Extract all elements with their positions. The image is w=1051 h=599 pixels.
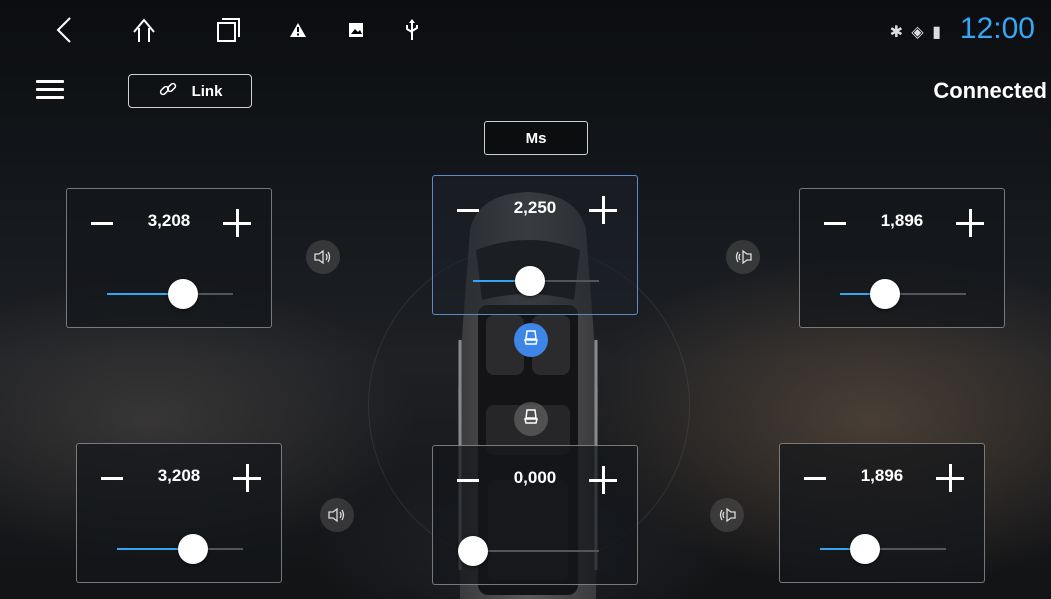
link-icon: [158, 79, 178, 103]
level-slider[interactable]: [473, 266, 599, 296]
increase-button[interactable]: [930, 458, 970, 498]
level-slider[interactable]: [117, 534, 243, 564]
increase-button[interactable]: [950, 203, 990, 243]
slider-knob[interactable]: [167, 279, 198, 309]
seat-icon: [521, 407, 541, 432]
battery-icon: ▮: [932, 24, 943, 41]
rear-seat-button[interactable]: [514, 402, 548, 436]
link-button[interactable]: Link: [128, 74, 252, 108]
channel-panel-rear-right: 1,896: [779, 443, 985, 583]
slider-knob[interactable]: [850, 534, 881, 564]
speaker-rear-left-icon: [320, 498, 354, 532]
speaker-rear-right-icon: [710, 498, 744, 532]
menu-button[interactable]: [36, 76, 64, 104]
level-slider[interactable]: [458, 536, 599, 566]
slider-knob[interactable]: [870, 279, 901, 309]
slider-knob[interactable]: [177, 534, 208, 564]
bluetooth-icon: ✱: [889, 24, 905, 41]
link-label: Link: [191, 82, 223, 100]
speaker-left-icon: [306, 240, 340, 274]
system-indicators: ✱ ◈ ▮: [890, 22, 943, 42]
mode-button[interactable]: Ms: [484, 121, 588, 155]
channel-panel-center-bottom: 0,000: [432, 445, 638, 585]
recents-icon[interactable]: [208, 0, 248, 60]
menu-icon-bar: [36, 88, 64, 91]
status-bar: ✱ ◈ ▮ 12:00: [0, 0, 1051, 60]
warning-icon: [284, 0, 312, 60]
increase-button[interactable]: [227, 458, 267, 498]
clock: 12:00: [959, 12, 1035, 45]
back-icon[interactable]: [44, 0, 84, 60]
level-slider[interactable]: [107, 279, 233, 309]
increase-button[interactable]: [583, 190, 623, 230]
image-icon: [342, 0, 370, 60]
channel-panel-rear-left: 3,208: [76, 443, 282, 583]
screen: ✱ ◈ ▮ 12:00 Link Connected Ms 3,208 2,25…: [0, 0, 1051, 599]
speaker-right-icon: [726, 240, 760, 274]
home-icon[interactable]: [124, 0, 164, 60]
usb-icon: [398, 0, 426, 60]
increase-button[interactable]: [217, 203, 257, 243]
seat-icon: [521, 328, 541, 353]
level-slider[interactable]: [820, 534, 946, 564]
slider-knob[interactable]: [514, 266, 545, 296]
connection-status: Connected: [933, 78, 1047, 103]
level-slider[interactable]: [840, 279, 966, 309]
slider-knob[interactable]: [458, 536, 488, 566]
driver-seat-button[interactable]: [514, 323, 548, 357]
channel-panel-front-left: 3,208: [66, 188, 272, 328]
menu-icon: [36, 80, 64, 83]
increase-button[interactable]: [583, 460, 623, 500]
menu-icon-bar: [36, 96, 64, 99]
wifi-icon: ◈: [911, 24, 926, 41]
channel-panel-front-right: 1,896: [799, 188, 1005, 328]
channel-panel-center-top: 2,250: [432, 175, 638, 315]
